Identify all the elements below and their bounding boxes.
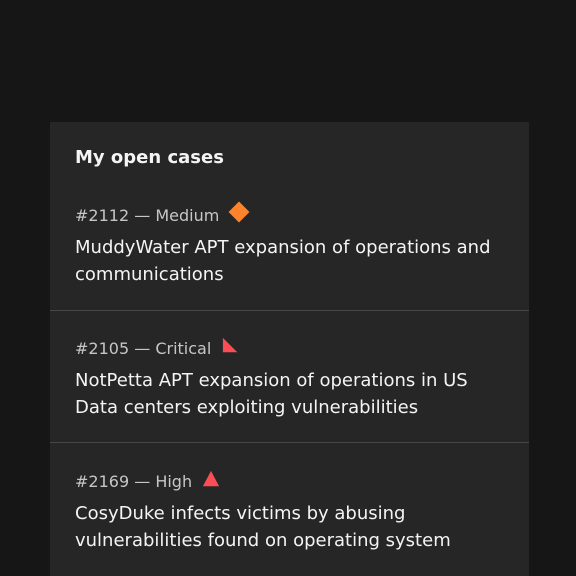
case-separator: — [134, 339, 151, 358]
card-title: My open cases [75, 147, 224, 168]
critical-severity-corner-triangle-icon [223, 337, 238, 353]
case-separator: — [134, 472, 151, 491]
case-severity: High [155, 472, 193, 491]
case-title: NotPetta APT expansion of operations in … [75, 370, 468, 418]
case-title: CosyDuke infects victims by abusing vuln… [75, 503, 451, 551]
case-meta: #2169 — High [75, 470, 504, 494]
divider [50, 310, 529, 311]
case-id: #2105 [75, 339, 130, 358]
case-separator: — [134, 206, 151, 225]
case-meta: #2112 — Medium [75, 201, 504, 228]
divider [50, 442, 529, 443]
medium-severity-diamond-icon [228, 201, 250, 223]
case-item[interactable]: #2105 — Critical NotPetta APT expansion … [50, 337, 529, 421]
case-severity: Critical [155, 339, 212, 358]
case-id: #2169 [75, 472, 130, 491]
open-cases-card: My open cases #2112 — Medium MuddyWater … [50, 122, 529, 576]
case-severity: Medium [155, 206, 220, 225]
case-item[interactable]: #2112 — Medium MuddyWater APT expansion … [50, 201, 529, 288]
high-severity-triangle-icon [202, 470, 220, 487]
case-item[interactable]: #2169 — High CosyDuke infects victims by… [50, 470, 529, 554]
case-title: MuddyWater APT expansion of operations a… [75, 237, 491, 285]
case-meta: #2105 — Critical [75, 337, 504, 361]
case-id: #2112 [75, 206, 130, 225]
